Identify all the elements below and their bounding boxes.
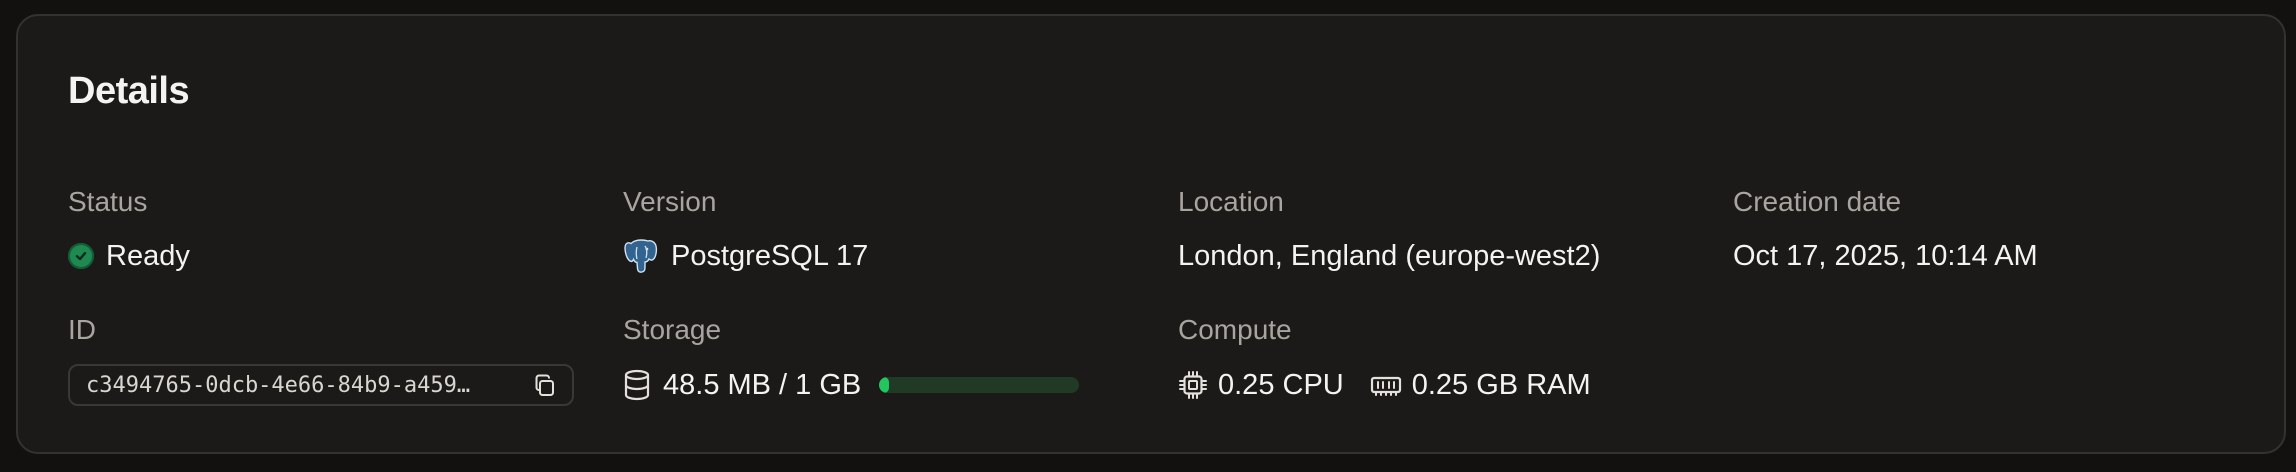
- details-card: Details Status Version Location Creation…: [16, 14, 2286, 454]
- storage-text: 48.5 MB / 1 GB: [663, 368, 862, 401]
- cpu-chip-icon: [1178, 370, 1208, 400]
- compute-label: Compute: [1178, 314, 1292, 345]
- storage-progress-bar: [879, 377, 1080, 393]
- storage-value: 48.5 MB / 1 GB: [623, 366, 1080, 404]
- location-label: Location: [1178, 186, 1284, 217]
- creation-date-value: Oct 17, 2025, 10:14 AM: [1733, 239, 2038, 272]
- status-text: Ready: [106, 239, 190, 272]
- postgresql-elephant-icon: [623, 238, 659, 274]
- status-value: Ready: [68, 238, 190, 274]
- ram-text: 0.25 GB RAM: [1411, 368, 1591, 401]
- check-circle-icon: [68, 243, 94, 269]
- version-label: Version: [623, 186, 717, 217]
- storage-progress-fill: [879, 377, 890, 393]
- copy-id-button[interactable]: [532, 373, 558, 399]
- copy-icon: [535, 374, 554, 396]
- memory-icon: [1370, 370, 1402, 400]
- version-text: PostgreSQL 17: [671, 239, 869, 272]
- status-label: Status: [68, 186, 148, 217]
- storage-label: Storage: [623, 314, 722, 345]
- id-label: ID: [68, 314, 96, 345]
- database-icon: [623, 369, 651, 401]
- id-text[interactable]: c3494765-0dcb-4e66-84b9-a459…: [86, 373, 516, 398]
- version-value: PostgreSQL 17: [623, 236, 868, 276]
- creation-date-label: Creation date: [1733, 186, 1902, 217]
- location-value: London, England (europe-west2): [1178, 239, 1601, 272]
- id-field[interactable]: c3494765-0dcb-4e66-84b9-a459…: [68, 364, 574, 406]
- details-title: Details: [68, 70, 190, 112]
- compute-value: 0.25 CPU 0.25 GB RAM: [1178, 366, 1591, 404]
- cpu-text: 0.25 CPU: [1218, 368, 1344, 401]
